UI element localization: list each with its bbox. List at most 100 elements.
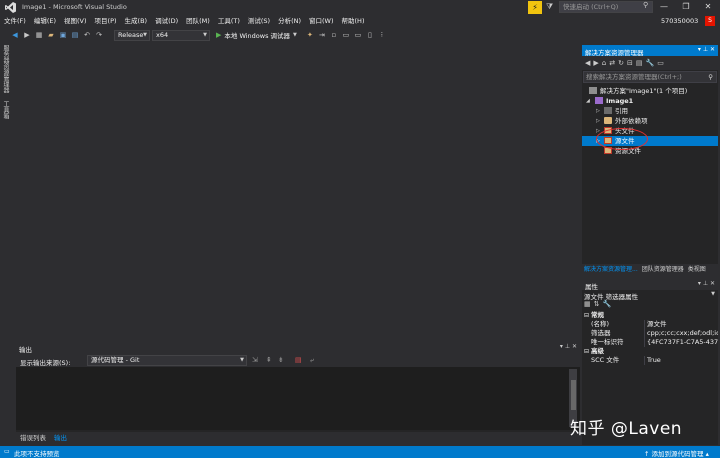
collapse-icon[interactable]: ⊟ bbox=[584, 347, 589, 356]
property-row[interactable]: SCC 文件 True bbox=[582, 356, 718, 365]
tab-output[interactable]: 输出 bbox=[50, 433, 71, 444]
toolbox-tab[interactable]: 工具箱 bbox=[1, 101, 10, 119]
tree-item-solution[interactable]: 解决方案"Image1"(1 个项目) bbox=[582, 86, 718, 96]
find-message-icon[interactable]: ⇲ bbox=[252, 356, 258, 364]
property-pages-icon[interactable]: 🔧 bbox=[603, 300, 612, 308]
preview-icon[interactable]: ▭ bbox=[657, 59, 664, 67]
tree-item-project[interactable]: ◢ Image1 bbox=[582, 96, 718, 106]
menu-view[interactable]: 视图(V) bbox=[60, 15, 91, 28]
platform-select[interactable]: x64 ▼ bbox=[152, 29, 210, 41]
tab-team-explorer[interactable]: 团队资源管理器 bbox=[640, 264, 686, 275]
property-value[interactable]: 源文件 bbox=[647, 320, 718, 329]
new-project-icon[interactable]: ▦ bbox=[34, 31, 44, 39]
forward-icon[interactable]: ▶ bbox=[22, 31, 32, 39]
tab-error-list[interactable]: 错误列表 bbox=[16, 433, 50, 444]
panel-controls[interactable]: ▾ ⊥ ✕ bbox=[698, 46, 715, 53]
save-icon[interactable]: ▣ bbox=[58, 31, 68, 39]
category-general[interactable]: ⊟ 常规 bbox=[582, 311, 718, 320]
prev-message-icon[interactable]: ⇞ bbox=[266, 356, 272, 364]
tree-item-resource-files[interactable]: 资源文件 bbox=[582, 146, 718, 156]
tab-class-view[interactable]: 类视图 bbox=[686, 264, 708, 275]
tree-item-external-deps[interactable]: ▷ 外部依赖项 bbox=[582, 116, 718, 126]
tree-item-label: Image1 bbox=[606, 97, 634, 105]
configuration-select[interactable]: Release ▼ bbox=[114, 29, 150, 41]
categorized-icon[interactable]: ▦ bbox=[584, 300, 591, 308]
window-title: Image1 - Microsoft Visual Studio bbox=[22, 3, 127, 11]
properties-icon[interactable]: 🔧 bbox=[645, 59, 654, 67]
menu-analyze[interactable]: 分析(N) bbox=[274, 15, 305, 28]
output-panel: 输出 ▾ ⊥ ✕ 显示输出来源(S): 源代码管理 - Git ▼ ⇲ ⇞ ⇟ … bbox=[16, 342, 580, 432]
menu-build[interactable]: 生成(B) bbox=[121, 15, 152, 28]
feedback-icon[interactable]: ⚡ bbox=[528, 1, 542, 14]
account-name[interactable]: 570350003 bbox=[661, 17, 698, 25]
tab-solution-explorer[interactable]: 解决方案资源管理... bbox=[582, 264, 640, 275]
menu-help[interactable]: 帮助(H) bbox=[338, 15, 369, 28]
collapsed-arrow-icon[interactable]: ▷ bbox=[596, 116, 600, 126]
collapse-icon[interactable]: ⊟ bbox=[584, 311, 589, 320]
quick-launch-input[interactable]: 快速启动 (Ctrl+Q) bbox=[559, 1, 653, 13]
home-icon[interactable]: ⌂ bbox=[602, 59, 606, 67]
back-icon[interactable]: ◀ bbox=[585, 59, 590, 67]
configuration-value: Release bbox=[118, 30, 144, 39]
minimize-button[interactable]: — bbox=[654, 0, 674, 14]
output-scroll-thumb[interactable] bbox=[571, 380, 576, 410]
output-source-select[interactable]: 源代码管理 - Git ▼ bbox=[87, 355, 247, 366]
sync-icon[interactable]: ↻ bbox=[618, 59, 624, 67]
breakpoint-icon[interactable]: ▫ bbox=[329, 31, 339, 39]
switch-views-icon[interactable]: ⇄ bbox=[609, 59, 615, 67]
attach-icon[interactable]: ✦ bbox=[305, 31, 315, 39]
maximize-button[interactable]: ❐ bbox=[676, 0, 696, 14]
menu-project[interactable]: 项目(P) bbox=[91, 15, 121, 28]
collapse-all-icon[interactable]: ⊟ bbox=[627, 59, 633, 67]
menu-file[interactable]: 文件(F) bbox=[0, 15, 30, 28]
menu-window[interactable]: 窗口(W) bbox=[305, 15, 338, 28]
bookmark-icon[interactable]: ▯ bbox=[365, 31, 375, 39]
show-all-files-icon[interactable]: ▤ bbox=[636, 59, 643, 67]
redo-icon[interactable]: ↷ bbox=[94, 31, 104, 39]
undo-icon[interactable]: ↶ bbox=[82, 31, 92, 39]
word-wrap-icon[interactable]: ⤶ bbox=[310, 356, 314, 365]
menu-edit[interactable]: 编辑(E) bbox=[30, 15, 60, 28]
chevron-down-icon[interactable]: ▼ bbox=[711, 291, 715, 297]
standard-toolbar: ◀ ▶ ▦ ▰ ▣ ▤ ↶ ↷ Release ▼ x64 ▼ ▶ 本地 Win… bbox=[0, 28, 720, 42]
step-icon[interactable]: ⇥ bbox=[317, 31, 327, 39]
notifications-filter-icon[interactable]: ⧩ bbox=[546, 2, 558, 13]
forward-icon[interactable]: ▶ bbox=[593, 59, 598, 67]
panel-controls[interactable]: ▾ ⊥ ✕ bbox=[560, 343, 577, 350]
search-icon[interactable]: ⚲ bbox=[708, 72, 713, 82]
uncomment-icon[interactable]: ▭ bbox=[353, 31, 363, 39]
toolbar-options-icon[interactable]: ⁝ bbox=[377, 31, 387, 39]
menu-test[interactable]: 测试(S) bbox=[244, 15, 274, 28]
panel-controls[interactable]: ▾ ⊥ ✕ bbox=[698, 280, 715, 287]
solution-search-input[interactable]: 搜索解决方案资源管理器(Ctrl+;) ⚲ bbox=[583, 71, 717, 83]
start-debug-button[interactable]: ▶ 本地 Windows 调试器 ▼ bbox=[216, 30, 297, 40]
property-value[interactable]: cpp;c;cc;cxx;def;odl;idl;hpj; bbox=[647, 329, 718, 338]
open-file-icon[interactable]: ▰ bbox=[46, 31, 56, 39]
tree-item-references[interactable]: ▷ 引用 bbox=[582, 106, 718, 116]
output-header: 输出 ▾ ⊥ ✕ bbox=[16, 342, 580, 354]
expanded-arrow-icon[interactable]: ◢ bbox=[586, 96, 590, 106]
avatar[interactable]: S bbox=[705, 16, 715, 26]
close-button[interactable]: ✕ bbox=[698, 0, 718, 14]
property-value[interactable]: True bbox=[647, 356, 718, 365]
server-explorer-tab[interactable]: 服务器资源管理器 bbox=[1, 45, 10, 93]
menu-debug[interactable]: 调试(D) bbox=[151, 15, 182, 28]
property-row[interactable]: 唯一标识符 {4FC737F1-C7A5-4376- bbox=[582, 338, 718, 347]
back-icon[interactable]: ◀ bbox=[10, 31, 20, 39]
property-row[interactable]: (名称) 源文件 bbox=[582, 320, 718, 329]
divider bbox=[644, 338, 645, 347]
category-advanced[interactable]: ⊟ 高级 bbox=[582, 347, 718, 356]
alphabetical-icon[interactable]: ⇅ bbox=[594, 300, 600, 308]
collapsed-arrow-icon[interactable]: ▷ bbox=[596, 106, 600, 116]
search-icon[interactable]: ⚲ bbox=[643, 1, 648, 9]
add-to-source-control-button[interactable]: ↑ 添加到源代码管理 ▴ bbox=[644, 448, 709, 458]
output-text-area[interactable] bbox=[16, 367, 580, 430]
next-message-icon[interactable]: ⇟ bbox=[278, 356, 284, 364]
save-all-icon[interactable]: ▤ bbox=[70, 31, 80, 39]
property-row[interactable]: 筛选器 cpp;c;cc;cxx;def;odl;idl;hpj; bbox=[582, 329, 718, 338]
property-value[interactable]: {4FC737F1-C7A5-4376- bbox=[647, 338, 718, 347]
menu-team[interactable]: 团队(M) bbox=[182, 15, 214, 28]
clear-all-icon[interactable]: ▤ bbox=[295, 356, 302, 364]
comment-icon[interactable]: ▭ bbox=[341, 31, 351, 39]
menu-tools[interactable]: 工具(T) bbox=[214, 15, 244, 28]
